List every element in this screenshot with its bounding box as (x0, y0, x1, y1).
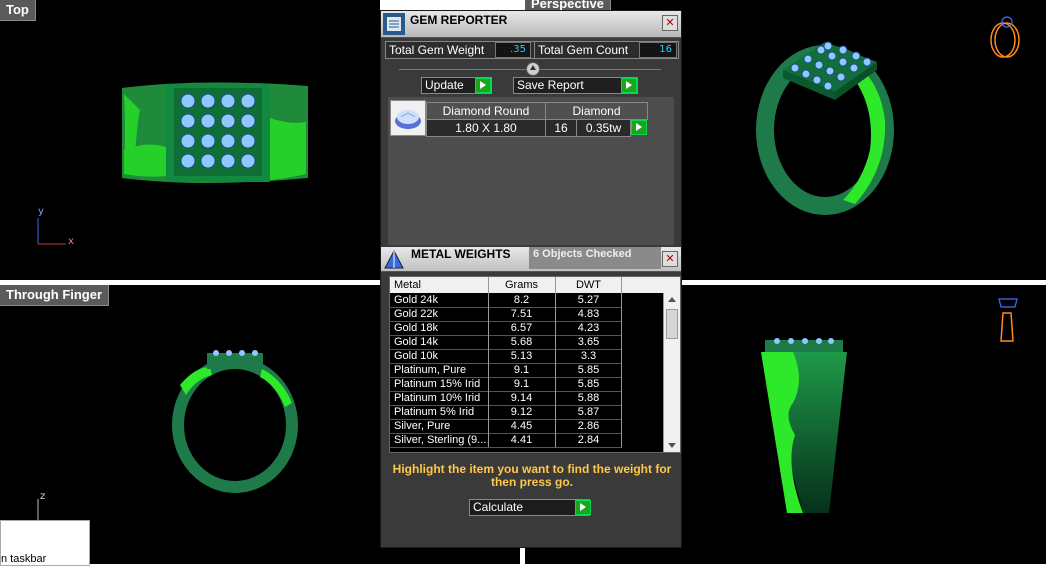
table-row[interactable]: Gold 10k 5.13 3.3 (390, 349, 662, 364)
table-row[interactable]: Gold 24k 8.2 5.27 (390, 293, 662, 308)
round-diamond-icon (390, 100, 426, 136)
objects-checked-status: 6 Objects Checked (529, 247, 661, 269)
viewport-top-label[interactable]: Top (0, 0, 36, 21)
metal-dwt-cell[interactable]: 2.84 (556, 433, 622, 448)
metal-dwt-cell[interactable]: 5.27 (556, 293, 622, 308)
gem-cut-cell[interactable]: Diamond Round (426, 102, 546, 120)
metal-dwt-cell[interactable]: 5.85 (556, 363, 622, 378)
metal-metal-cell[interactable]: Gold 14k (390, 335, 489, 350)
metal-grams-cell[interactable]: 9.12 (488, 405, 556, 420)
table-row[interactable]: Platinum 15% Irid 9.1 5.85 (390, 377, 662, 392)
metal-metal-cell[interactable]: Platinum 15% Irid (390, 377, 489, 392)
gem-reporter-title: GEM REPORTER (410, 13, 508, 27)
metal-weights-close-icon[interactable]: ✕ (662, 251, 678, 267)
close-icon[interactable]: ✕ (662, 15, 678, 31)
gem-count-cell[interactable]: 16 (545, 119, 577, 137)
metal-metal-cell[interactable]: Gold 24k (390, 293, 489, 308)
gem-outline-icon (1001, 16, 1013, 28)
calculate-hint: Highlight the item you want to find the … (392, 462, 672, 489)
gem-stone-cell[interactable]: Diamond (545, 102, 648, 120)
metal-metal-cell[interactable]: Silver, Pure (390, 419, 489, 434)
metal-metal-cell[interactable]: Platinum, Pure (390, 363, 489, 378)
metal-metal-cell[interactable]: Silver, Sterling (9... (390, 433, 489, 448)
metal-dwt-cell[interactable]: 5.88 (556, 391, 622, 406)
gem-size-cell[interactable]: 1.80 X 1.80 (426, 119, 546, 137)
metal-grams-cell[interactable]: 9.14 (488, 391, 556, 406)
gem-reporter-icon (383, 13, 405, 35)
x-axis-label: x (68, 236, 74, 247)
total-gem-count-value: 16 (639, 42, 677, 58)
metal-dwt-cell[interactable]: 2.86 (556, 419, 622, 434)
metal-metal-cell[interactable]: Platinum 10% Irid (390, 391, 489, 406)
metal-grams-cell[interactable]: 9.1 (488, 363, 556, 378)
column-header-dwt[interactable]: DWT (556, 277, 622, 293)
metal-table-header: Metal Grams DWT (390, 277, 680, 293)
save-report-button[interactable]: Save Report (513, 77, 638, 94)
metal-grams-cell[interactable]: 9.1 (488, 377, 556, 392)
scroll-thumb[interactable] (666, 309, 678, 339)
save-report-go-icon[interactable] (621, 78, 637, 93)
metal-dwt-cell[interactable]: 3.65 (556, 335, 622, 350)
table-row[interactable]: Platinum 5% Irid 9.12 5.87 (390, 405, 662, 420)
scroll-up-icon[interactable] (668, 297, 676, 302)
collapse-toggle-icon[interactable] (526, 62, 540, 76)
gem-reporter-titlebar[interactable]: GEM REPORTER ✕ (381, 11, 681, 38)
table-row[interactable]: Gold 14k 5.68 3.65 (390, 335, 662, 350)
gem-list: Diamond Round Diamond 1.80 X 1.80 16 0.3… (388, 97, 674, 245)
metal-grams-cell[interactable]: 8.2 (488, 293, 556, 308)
table-row[interactable]: Platinum, Pure 9.1 5.85 (390, 363, 662, 378)
metal-metal-cell[interactable]: Gold 18k (390, 321, 489, 336)
ring-top-view (37, 82, 308, 245)
gem-weight-cell[interactable]: 0.35tw (576, 119, 631, 137)
y-axis-label: y (38, 206, 44, 217)
gem-row-go-icon[interactable] (631, 120, 647, 135)
metal-metal-cell[interactable]: Gold 10k (390, 349, 489, 364)
column-header-metal[interactable]: Metal (390, 277, 489, 293)
table-row[interactable]: Silver, Pure 4.45 2.86 (390, 419, 662, 434)
metal-dwt-cell[interactable]: 3.3 (556, 349, 622, 364)
gem-reporter-panel: GEM REPORTER ✕ Total Gem Weight .35 Tota… (380, 10, 682, 548)
metal-dwt-cell[interactable]: 5.85 (556, 377, 622, 392)
table-row[interactable]: Gold 22k 7.51 4.83 (390, 307, 662, 322)
metal-table-scrollbar[interactable] (663, 293, 680, 452)
metal-grams-cell[interactable]: 4.41 (488, 433, 556, 448)
metal-grams-cell[interactable]: 5.68 (488, 335, 556, 350)
viewport-top[interactable]: Top y x (0, 0, 380, 280)
metal-dwt-cell[interactable]: 5.87 (556, 405, 622, 420)
metal-dwt-cell[interactable]: 4.23 (556, 321, 622, 336)
taskbar-tooltip-text: n taskbar (1, 553, 47, 565)
table-row[interactable]: Gold 18k 6.57 4.23 (390, 321, 662, 336)
scroll-down-icon[interactable] (668, 443, 676, 448)
metal-weights-table[interactable]: Metal Grams DWT Gold 24k 8.2 5.27 Gold 22k 7… (389, 276, 681, 453)
taskbar-tooltip: n taskbar (0, 520, 90, 566)
metal-metal-cell[interactable]: Platinum 5% Irid (390, 405, 489, 420)
metal-grams-cell[interactable]: 4.45 (488, 419, 556, 434)
metal-grams-cell[interactable]: 6.57 (488, 321, 556, 336)
metal-weights-icon (383, 249, 405, 271)
metal-grams-cell[interactable]: 7.51 (488, 307, 556, 322)
column-header-grams[interactable]: Grams (488, 277, 556, 293)
metal-metal-cell[interactable]: Gold 22k (390, 307, 489, 322)
viewport-through-finger-label[interactable]: Through Finger (0, 285, 110, 306)
metal-grams-cell[interactable]: 5.13 (488, 349, 556, 364)
table-row[interactable]: Silver, Sterling (9... 4.41 2.84 (390, 433, 662, 448)
metal-dwt-cell[interactable]: 4.83 (556, 307, 622, 322)
metal-weights-title: METAL WEIGHTS (411, 247, 511, 261)
calculate-button[interactable]: Calculate (469, 499, 590, 516)
z-axis-label: z (40, 491, 46, 502)
update-go-icon[interactable] (475, 78, 491, 93)
calculate-go-icon[interactable] (575, 500, 591, 515)
total-gem-weight-value: .35 (495, 42, 531, 58)
metal-weights-titlebar[interactable]: METAL WEIGHTS 6 Objects Checked ✕ (381, 247, 681, 272)
table-row[interactable]: Platinum 10% Irid 9.14 5.88 (390, 391, 662, 406)
